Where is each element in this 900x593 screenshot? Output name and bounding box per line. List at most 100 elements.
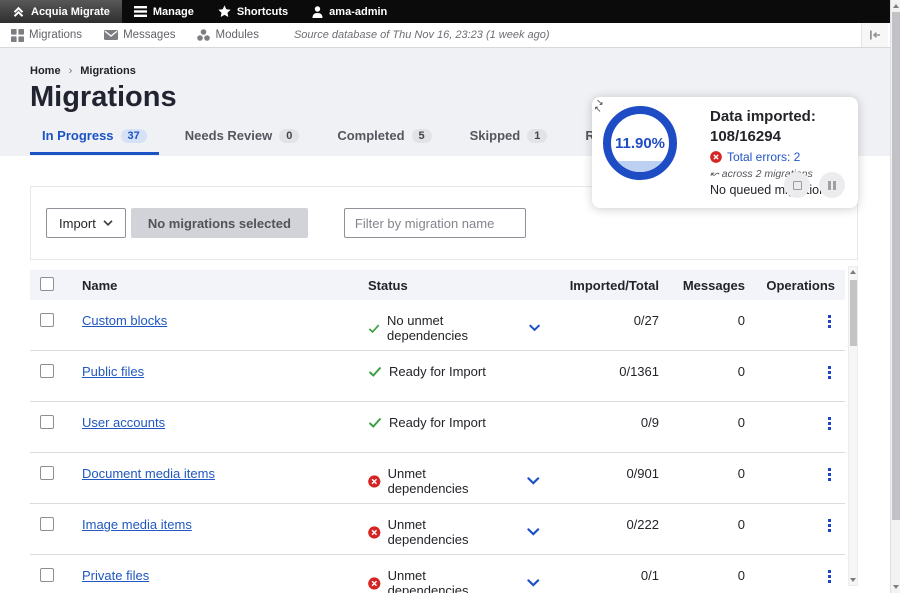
stop-import-button[interactable] <box>784 172 810 198</box>
header-operations: Operations <box>753 278 845 293</box>
table-scrollbar[interactable] <box>848 266 858 586</box>
import-progress-card: ↘↖ 11.90% Data imported: 108/16294 Total… <box>592 97 858 208</box>
tab-skipped[interactable]: Skipped 1 <box>458 121 560 155</box>
no-migrations-selected-button: No migrations selected <box>131 208 308 238</box>
kebab-icon <box>828 519 831 522</box>
stop-icon <box>793 181 802 190</box>
table-row: Custom blocks No unmet dependencies 0/27… <box>30 300 845 351</box>
toolbar-item-messages[interactable]: Messages <box>93 29 186 41</box>
scroll-up-arrow-icon[interactable] <box>891 1 900 11</box>
migration-filter-input[interactable] <box>344 208 526 238</box>
admin-toolbar: Acquia Migrate Manage Shortcuts ama-admi… <box>0 0 890 23</box>
import-dropdown-button[interactable]: Import <box>46 208 126 238</box>
migration-name-link[interactable]: Private files <box>82 568 149 583</box>
kebab-icon <box>828 366 831 369</box>
error-icon <box>368 475 381 488</box>
chevron-down-icon[interactable] <box>527 477 540 485</box>
tab-in-progress[interactable]: In Progress 37 <box>30 121 159 155</box>
check-icon <box>368 323 380 334</box>
chevron-down-icon[interactable] <box>529 324 540 332</box>
toolbar-item-migrations[interactable]: Migrations <box>0 29 93 42</box>
breadcrumb-home-link[interactable]: Home <box>30 65 61 77</box>
kebab-icon <box>828 315 831 318</box>
data-imported-label: Data imported: <box>710 107 852 127</box>
status-text: Unmet dependencies <box>388 568 507 593</box>
row-checkbox[interactable] <box>40 517 54 531</box>
error-icon <box>368 526 381 539</box>
breadcrumb: Home › Migrations <box>30 65 890 77</box>
tab-label: In Progress <box>42 128 114 143</box>
check-icon <box>368 366 382 377</box>
tab-count-badge: 5 <box>412 129 432 143</box>
migration-name-link[interactable]: Document media items <box>82 466 215 481</box>
migration-name-link[interactable]: Public files <box>82 364 144 379</box>
migration-name-link[interactable]: Custom blocks <box>82 313 167 328</box>
double-chevron-up-icon <box>12 5 25 18</box>
operations-menu-button[interactable] <box>824 364 835 384</box>
hamburger-icon <box>134 6 147 17</box>
chevron-down-icon[interactable] <box>527 528 540 536</box>
tab-completed[interactable]: Completed 5 <box>325 121 443 155</box>
status-text: No unmet dependencies <box>387 313 508 343</box>
topbar-item-user[interactable]: ama-admin <box>300 0 399 23</box>
tab-needs-review[interactable]: Needs Review 0 <box>173 121 312 155</box>
resize-handle-icon[interactable]: ↘↖ <box>596 99 604 113</box>
kebab-icon <box>828 570 831 573</box>
table-row: Image media items Unmet dependencies 0/2… <box>30 504 845 555</box>
toolbar-item-modules[interactable]: Modules <box>186 29 269 41</box>
topbar-item-shortcuts[interactable]: Shortcuts <box>206 0 300 23</box>
header-messages: Messages <box>667 278 753 293</box>
modules-icon <box>197 29 210 41</box>
breadcrumb-current: Migrations <box>80 65 136 77</box>
messages-count: 0 <box>667 568 753 583</box>
operations-menu-button[interactable] <box>824 415 835 435</box>
header-imported-total: Imported/Total <box>540 278 667 293</box>
imported-total-value: 0/222 <box>540 517 667 532</box>
imported-total-value: 0/901 <box>540 466 667 481</box>
row-checkbox[interactable] <box>40 466 54 480</box>
breadcrumb-separator: › <box>69 65 73 77</box>
chevron-down-icon[interactable] <box>527 579 540 587</box>
status-text: Unmet dependencies <box>388 466 507 496</box>
select-all-checkbox[interactable] <box>40 277 54 291</box>
topbar-item-acquia-migrate[interactable]: Acquia Migrate <box>0 0 122 23</box>
table-scrollbar-thumb[interactable] <box>850 280 857 346</box>
tab-count-badge: 0 <box>279 129 299 143</box>
topbar-item-label: Acquia Migrate <box>31 6 110 18</box>
messages-count: 0 <box>667 517 753 532</box>
row-checkbox[interactable] <box>40 313 54 327</box>
collapse-tray-button[interactable] <box>861 23 888 47</box>
error-icon <box>368 577 381 590</box>
table-row: User accounts Ready for Import 0/9 0 <box>30 402 845 453</box>
operations-menu-button[interactable] <box>824 517 835 537</box>
operations-menu-button[interactable] <box>824 568 835 588</box>
scroll-down-arrow-icon[interactable] <box>891 582 900 592</box>
operations-menu-button[interactable] <box>824 313 835 333</box>
migration-name-link[interactable]: User accounts <box>82 415 165 430</box>
imported-total-value: 0/27 <box>540 313 667 328</box>
pause-import-button[interactable] <box>819 172 845 198</box>
data-imported-value: 108/16294 <box>710 127 852 147</box>
operations-menu-button[interactable] <box>824 466 835 486</box>
scroll-up-arrow-icon[interactable] <box>849 267 857 277</box>
imported-total-value: 0/9 <box>540 415 667 430</box>
imported-total-value: 0/1 <box>540 568 667 583</box>
topbar-item-manage[interactable]: Manage <box>122 0 206 23</box>
total-errors-link[interactable]: Total errors: 2 <box>727 150 800 164</box>
pause-icon <box>828 181 831 190</box>
imported-total-value: 0/1361 <box>540 364 667 379</box>
row-checkbox[interactable] <box>40 568 54 582</box>
page-scrollbar[interactable] <box>890 0 900 593</box>
chevron-down-icon <box>103 220 113 226</box>
grid-icon <box>11 29 24 42</box>
header-name: Name <box>82 278 368 293</box>
row-checkbox[interactable] <box>40 364 54 378</box>
kebab-icon <box>828 417 831 420</box>
table-header-row: Name Status Imported/Total Messages Oper… <box>30 270 845 300</box>
scroll-down-arrow-icon[interactable] <box>849 575 857 585</box>
progress-donut-fill <box>611 161 669 172</box>
star-icon <box>218 5 231 18</box>
migration-name-link[interactable]: Image media items <box>82 517 192 532</box>
page-scrollbar-thumb[interactable] <box>892 12 900 520</box>
row-checkbox[interactable] <box>40 415 54 429</box>
